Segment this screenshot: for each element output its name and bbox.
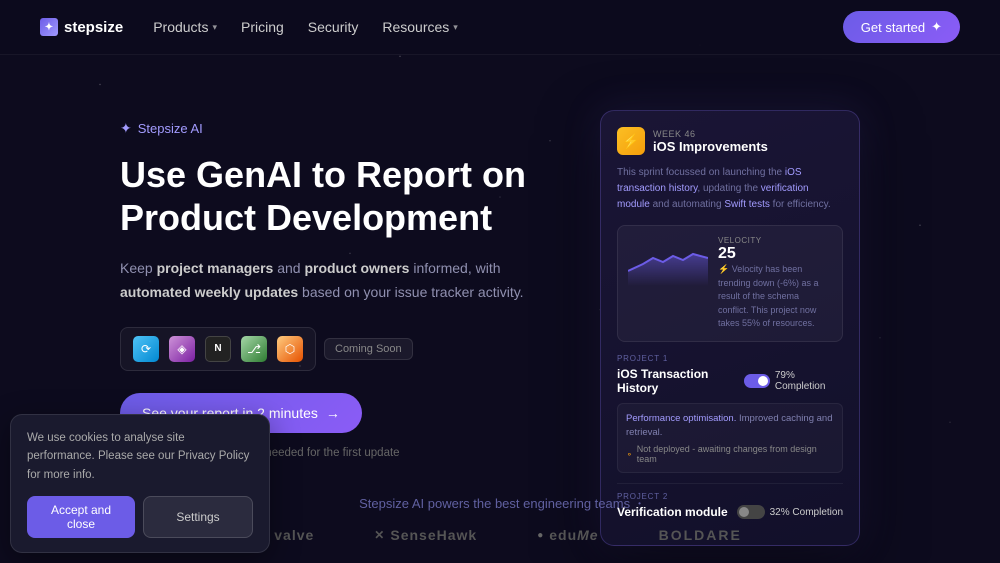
edume-logo: ● eduMe — [537, 527, 598, 543]
hero-title: Use GenAI to Report onProduct Developmen… — [120, 153, 540, 239]
chevron-down-icon: ▾ — [453, 22, 458, 33]
gitlab-icon: ⬡ — [277, 336, 303, 362]
cookie-settings-button[interactable]: Settings — [143, 496, 253, 538]
navbar-left: ✦ stepsize Products ▾ Pricing Security R… — [40, 18, 458, 36]
logo[interactable]: ✦ stepsize — [40, 18, 123, 36]
cookie-accept-button[interactable]: Accept and close — [27, 496, 135, 538]
integration-icons: ⟳ ◈ N ⎇ ⬡ — [120, 327, 316, 371]
arrow-icon: → — [326, 405, 340, 421]
sprint-lightning-icon: ⚡ — [617, 127, 645, 155]
sprint-description: This sprint focussed on launching the iO… — [617, 165, 843, 213]
note-warning-1: ⚬ Not deployed - awaiting changes from d… — [626, 444, 834, 464]
navbar: ✦ stepsize Products ▾ Pricing Security R… — [0, 0, 1000, 55]
velocity-info: VELOCITY 25 ⚡ Velocity has been trending… — [718, 236, 832, 331]
note-text-1: Performance optimisation. Improved cachi… — [626, 412, 834, 441]
toggle-on-icon[interactable] — [744, 374, 770, 388]
nav-security[interactable]: Security — [308, 19, 359, 35]
nav-products[interactable]: Products ▾ — [153, 19, 217, 35]
nav-pricing[interactable]: Pricing — [241, 19, 284, 35]
chevron-icon: ▾ — [212, 22, 217, 33]
velocity-chart — [628, 236, 708, 286]
sprint-meta: Week 46 iOS Improvements — [653, 129, 843, 154]
cookie-text: We use cookies to analyse site performan… — [27, 429, 253, 484]
logo-icon: ✦ — [40, 18, 58, 36]
brand-badge: ✦ Stepsize AI — [120, 120, 540, 137]
linear-icon: ◈ — [169, 336, 195, 362]
notion-icon: N — [205, 336, 231, 362]
velocity-description: ⚡ Velocity has been trending down (-6%) … — [718, 263, 832, 331]
cookie-buttons: Accept and close Settings — [27, 496, 253, 538]
project-1-title-row: iOS Transaction History 79% Completion — [617, 367, 843, 395]
jira-icon: ⟳ — [133, 336, 159, 362]
project-1-section: PROJECT 1 iOS Transaction History 79% Co… — [617, 354, 843, 474]
star-icon: ✦ — [931, 19, 942, 35]
sprint-header: ⚡ Week 46 iOS Improvements — [617, 127, 843, 155]
project-1-notes: Performance optimisation. Improved cachi… — [617, 403, 843, 474]
velocity-card: VELOCITY 25 ⚡ Velocity has been trending… — [617, 225, 843, 342]
hero-left: ✦ Stepsize AI Use GenAI to Report onProd… — [120, 110, 540, 459]
coming-soon-badge: Coming Soon — [324, 338, 413, 360]
logo-text: stepsize — [64, 19, 123, 36]
badge-star-icon: ✦ — [120, 120, 132, 137]
hero-description: Keep project managers and product owners… — [120, 257, 540, 305]
cookie-banner: We use cookies to analyse site performan… — [10, 414, 270, 553]
integrations-row: ⟳ ◈ N ⎇ ⬡ Coming Soon — [120, 327, 540, 371]
get-started-button[interactable]: Get started ✦ — [843, 11, 960, 43]
sensehawk-logo: ✕ SenseHawk — [374, 527, 477, 543]
nav-links: Products ▾ Pricing Security Resources ▾ — [153, 19, 458, 35]
boldare-logo: BOLDARE — [659, 527, 742, 543]
nav-resources[interactable]: Resources ▾ — [382, 19, 457, 35]
progress-badge-1: 79% Completion — [744, 370, 843, 392]
github-icon: ⎇ — [241, 336, 267, 362]
